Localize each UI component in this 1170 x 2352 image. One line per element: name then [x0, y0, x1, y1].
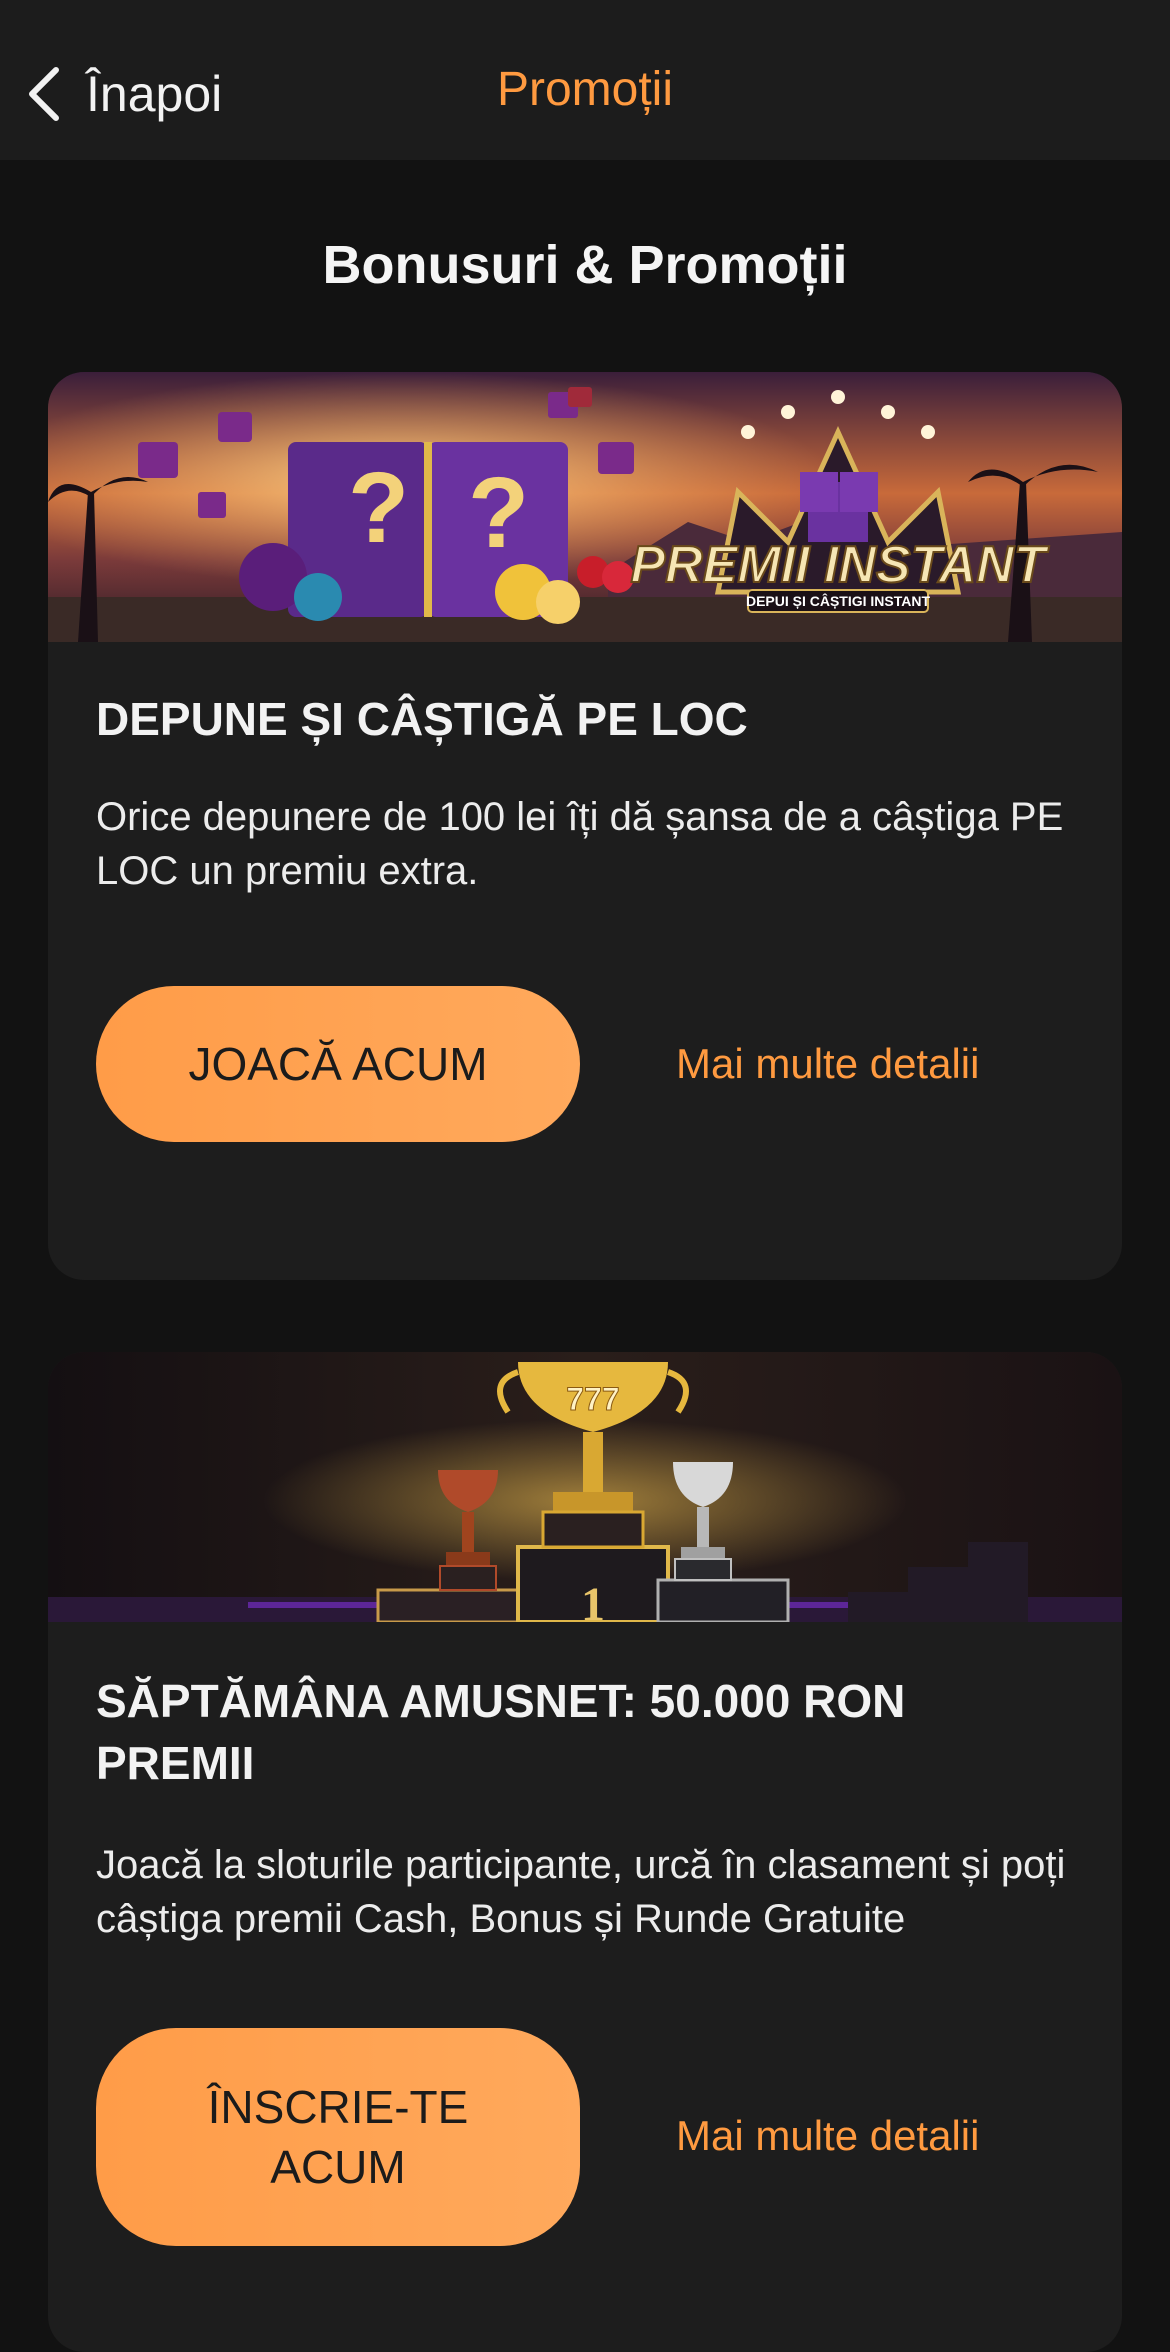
promo-banner-amusnet-week[interactable]: 1 777 — [48, 1352, 1122, 1622]
promo-description: Orice depunere de 100 lei îți dă șansa d… — [96, 795, 1064, 893]
promo-banner-instant-prizes[interactable]: ? ? PREMII INSTANT DEPUI ȘI CÂȘTIGI INST… — [48, 372, 1122, 642]
svg-text:?: ? — [348, 452, 409, 564]
svg-text:?: ? — [468, 457, 529, 569]
more-details-link[interactable]: Mai multe detalii — [676, 2112, 979, 2160]
section-title: Bonusuri & Promoții — [322, 235, 848, 295]
sign-up-now-button[interactable]: ÎNSCRIE-TE ACUM — [96, 2028, 580, 2246]
promo-card-amusnet-week: 1 777 SĂPTĂMÂNA AMUSNET: 50.000 RON PREM… — [48, 1352, 1122, 2352]
promo-card-instant-prizes: ? ? PREMII INSTANT DEPUI ȘI CÂȘTIGI INST… — [48, 372, 1122, 1280]
podium-number: 1 — [581, 1578, 605, 1622]
page-title: Promoții — [496, 63, 674, 116]
more-details-link[interactable]: Mai multe detalii — [676, 1040, 979, 1088]
top-bar: Înapoi Promoții — [0, 0, 1170, 160]
banner-logo-text: PREMII INSTANT — [630, 536, 1049, 594]
promo-title: DEPUNE ȘI CÂȘTIGĂ PE LOC — [96, 693, 748, 745]
banner-illustration-gift-boxes: ? ? PREMII INSTANT DEPUI ȘI CÂȘTIGI INST… — [48, 372, 1122, 642]
promo-description: Joacă la sloturile participante, urcă în… — [96, 1843, 1066, 1941]
play-now-button[interactable]: JOACĂ ACUM — [96, 986, 580, 1142]
banner-illustration-trophies: 1 777 — [48, 1352, 1122, 1622]
promo-title: SĂPTĂMÂNA AMUSNET: 50.000 RON PREMII — [96, 1675, 906, 1789]
trophy-text: 777 — [566, 1381, 619, 1417]
banner-logo-subtext: DEPUI ȘI CÂȘTIGI INSTANT — [746, 592, 931, 609]
